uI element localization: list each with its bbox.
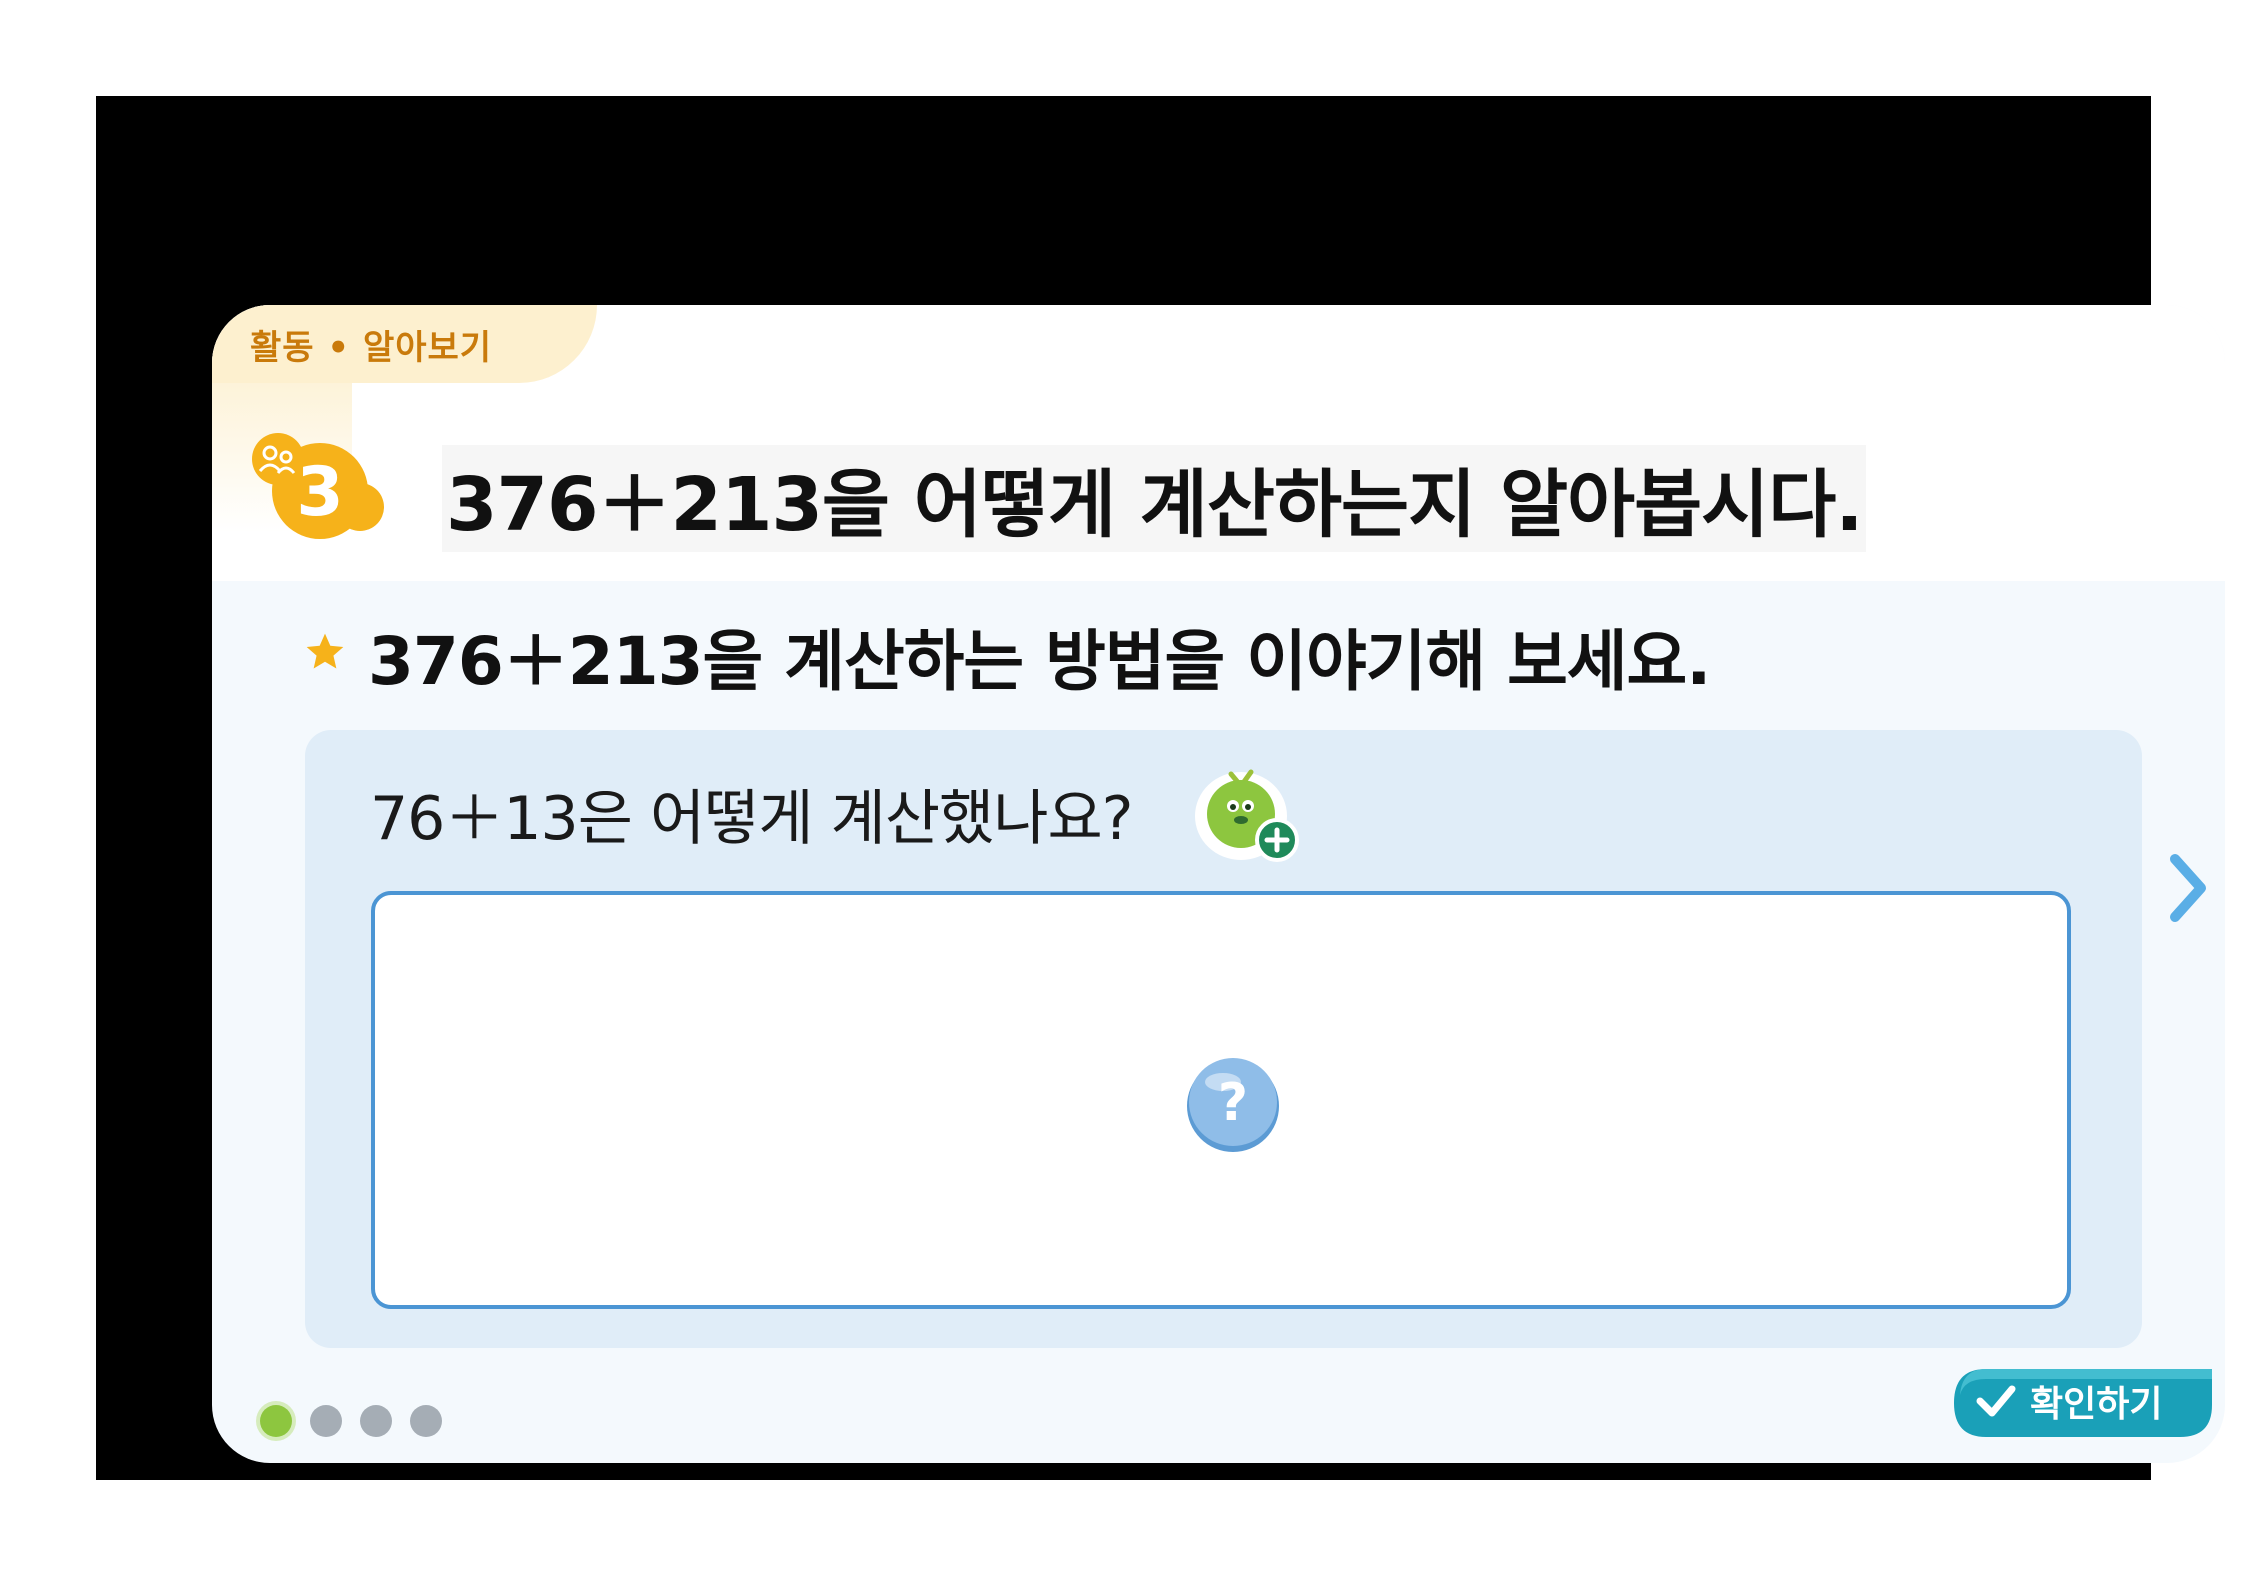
page-title: 376＋213을 어떻게 계산하는지 알아봅시다. (442, 445, 1867, 552)
confirm-label: 확인하기 (2030, 1384, 2163, 1425)
page-dot-2[interactable] (310, 1405, 342, 1437)
reveal-symbol: ? (1218, 1073, 1248, 1133)
pagination (260, 1405, 442, 1437)
question-mark-icon[interactable]: ? (1183, 1054, 1283, 1154)
confirm-button[interactable]: 확인하기 (1950, 1365, 2212, 1437)
step-badge: 3 (244, 423, 384, 543)
hint-character-icon[interactable] (1185, 750, 1305, 870)
answer-box[interactable]: ? (371, 891, 2071, 1309)
activity-card: 활동 • 알아보기 3 376＋213을 어떻게 계산하는지 알아봅시다. 37… (212, 305, 2225, 1463)
star-icon (306, 633, 344, 669)
chevron-right-icon[interactable] (2167, 853, 2209, 923)
task-prompt: 376＋213을 계산하는 방법을 이야기해 보세요. (368, 623, 1711, 700)
activity-tag-label: 활동 • 알아보기 (250, 327, 493, 368)
question-text: 76＋13은 어떻게 계산했나요? (370, 784, 1133, 854)
page-dot-1[interactable] (260, 1405, 292, 1437)
page-dot-3[interactable] (360, 1405, 392, 1437)
page-dot-4[interactable] (410, 1405, 442, 1437)
screen-frame: 활동 • 알아보기 3 376＋213을 어떻게 계산하는지 알아봅시다. 37… (96, 96, 2225, 1480)
activity-tag: 활동 • 알아보기 (212, 305, 597, 383)
question-panel: 76＋13은 어떻게 계산했나요? ? (305, 730, 2142, 1348)
step-number: 3 (296, 453, 343, 532)
